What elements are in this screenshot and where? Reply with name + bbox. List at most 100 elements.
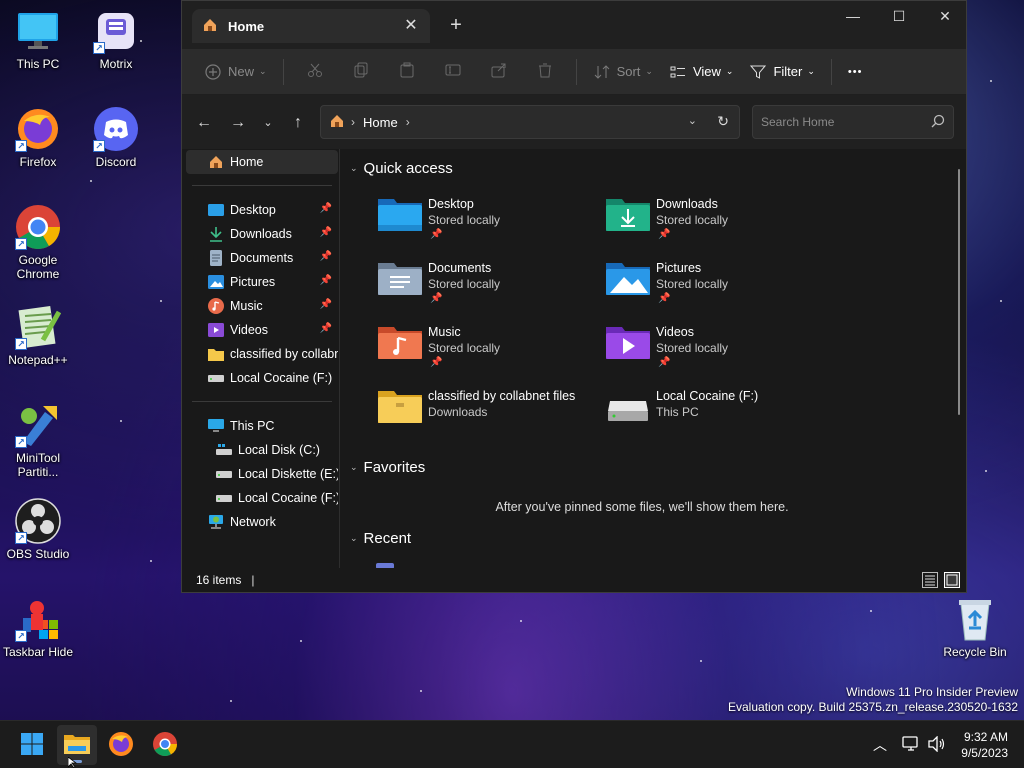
shortcut-arrow-icon: ↗ [15,238,27,250]
filter-label: Filter [773,64,803,79]
tiles-view-button[interactable] [944,572,960,588]
new-label: New [228,64,255,79]
item-location: Stored locally [428,277,501,291]
plus-circle-icon [204,63,222,81]
recent-locations-button[interactable]: ⌄ [256,111,280,135]
volume-button[interactable] [926,721,948,768]
trash-icon [537,62,553,81]
file-explorer-window: Home ✕ + — ☐ ✕ New ⌄ Sort ⌄ View ⌄ Filte… [181,0,967,593]
quick-access-item[interactable]: classified by collabnet files Downloads [378,387,598,443]
item-location: Stored locally [428,341,501,355]
rename-button[interactable] [430,56,476,88]
section-title: Favorites [363,459,426,476]
sidebar-item-music[interactable]: Music 📌 [208,294,338,318]
desktop-icon-taskbar-hide[interactable]: ↗ Taskbar Hide [0,596,76,659]
share-button[interactable] [476,56,522,88]
quick-access-item[interactable]: Downloads Stored locally 📌 [606,195,826,251]
address-bar[interactable]: › Home › ⌄ ↻ [320,105,740,139]
start-button[interactable] [12,725,52,765]
taskbar-firefox[interactable] [101,725,141,765]
filter-button[interactable]: Filter ⌄ [741,56,822,88]
clock[interactable]: 9:32 AM 9/5/2023 [961,729,1008,761]
sidebar-item-desktop[interactable]: Desktop 📌 [208,198,338,222]
sidebar-item-label: Videos [230,323,268,337]
desktop-icon-label: Discord [95,155,137,169]
sidebar-item-videos[interactable]: Videos 📌 [208,318,338,342]
close-tab-button[interactable]: ✕ [402,17,420,35]
quick-access-item[interactable]: Music Stored locally 📌 [378,323,598,379]
new-button[interactable]: New ⌄ [196,56,275,88]
quick-access-item[interactable]: Local Cocaine (F:) This PC [606,387,826,443]
ethernet-icon [902,735,920,755]
chevron-down-icon: ⌄ [807,66,815,76]
desktop-icon-discord[interactable]: ↗ Discord [78,106,154,169]
status-divider: | [251,573,255,587]
forward-button[interactable]: → [226,111,250,135]
address-location: Home [363,114,398,130]
quick-access-item[interactable]: Documents Stored locally 📌 [378,259,598,315]
back-button[interactable]: ← [192,111,216,135]
address-dropdown-icon[interactable]: ⌄ [688,114,697,127]
delete-button[interactable] [522,56,568,88]
chevron-down-icon: ⌄ [350,462,358,472]
sidebar-item-downloads[interactable]: Downloads 📌 [208,222,338,246]
paste-button[interactable] [384,56,430,88]
show-hidden-icons-button[interactable]: ︿ [868,721,892,768]
desktop-icon-label: OBS Studio [6,547,70,561]
tab-home[interactable]: Home ✕ [192,9,430,43]
favorites-header[interactable]: ⌄ Favorites [350,459,425,476]
desktop-icon-recycle-bin[interactable]: Recycle Bin [937,596,1013,659]
up-button[interactable]: ↑ [286,111,310,135]
minimize-button[interactable]: — [830,1,876,31]
item-location: This PC [656,405,699,419]
sidebar-item-this-pc[interactable]: This PC [208,414,338,438]
search-input[interactable] [753,106,913,138]
sidebar-item-local-cocaine[interactable]: Local Cocaine (F:) [208,366,338,390]
cut-button[interactable] [292,56,338,88]
sidebar-item-home[interactable]: Home [186,150,338,174]
desktop-icon-firefox[interactable]: ↗ Firefox [0,106,76,169]
desktop-icon-motrix[interactable]: ↗ Motrix [78,8,154,71]
desktop-icon-obs-studio[interactable]: ↗ OBS Studio [0,498,76,561]
sidebar-item-classified-folder[interactable]: classified by collabnet files [208,342,338,366]
details-view-button[interactable] [922,572,938,588]
item-location: Stored locally [656,277,729,291]
view-button[interactable]: View ⌄ [661,56,742,88]
sidebar-item-network[interactable]: Network [208,510,338,534]
more-options-button[interactable]: ••• [840,56,871,88]
desktop-icon-chrome[interactable]: ↗ Google Chrome [0,204,76,281]
sidebar-item-label: Local Cocaine (F:) [238,491,338,505]
vertical-scrollbar[interactable] [958,169,960,415]
quick-access-header[interactable]: ⌄ Quick access [350,160,453,177]
desktop-icon-this-pc[interactable]: This PC [0,8,76,71]
explorer-body: Home Desktop 📌 Downloads 📌 Documents 📌 P… [182,149,966,569]
maximize-button[interactable]: ☐ [876,1,922,31]
close-window-button[interactable]: ✕ [922,1,968,31]
sidebar-item-local-cocaine-f[interactable]: Local Cocaine (F:) [216,486,338,510]
sort-button[interactable]: Sort ⌄ [585,56,661,88]
sidebar-item-label: Local Disk (C:) [238,443,320,457]
desktop-folder-icon [378,195,422,235]
divider [192,401,332,402]
clock-date: 9/5/2023 [961,746,1008,760]
sidebar-item-local-diskette-e[interactable]: Local Diskette (E:) [216,462,338,486]
minitool-partition-icon: ↗ [15,402,61,448]
recent-header[interactable]: ⌄ Recent [350,530,411,547]
desktop-icon-minitool[interactable]: ↗ MiniTool Partiti... [0,402,76,479]
desktop-icon-notepad-plus-plus[interactable]: ↗ Notepad++ [0,304,76,367]
search-icon [931,114,945,131]
taskbar-chrome[interactable] [145,725,185,765]
sidebar-item-pictures[interactable]: Pictures 📌 [208,270,338,294]
refresh-icon[interactable]: ↻ [717,113,729,130]
sidebar-item-documents[interactable]: Documents 📌 [208,246,338,270]
filter-icon [749,63,767,81]
new-tab-button[interactable]: + [444,13,468,37]
search-box[interactable] [752,105,954,139]
quick-access-item[interactable]: Videos Stored locally 📌 [606,323,826,379]
share-icon [491,62,507,81]
network-status-button[interactable] [900,721,922,768]
copy-button[interactable] [338,56,384,88]
quick-access-item[interactable]: Pictures Stored locally 📌 [606,259,826,315]
sidebar-item-local-disk-c[interactable]: Local Disk (C:) [216,438,338,462]
quick-access-item[interactable]: Desktop Stored locally 📌 [378,195,598,251]
